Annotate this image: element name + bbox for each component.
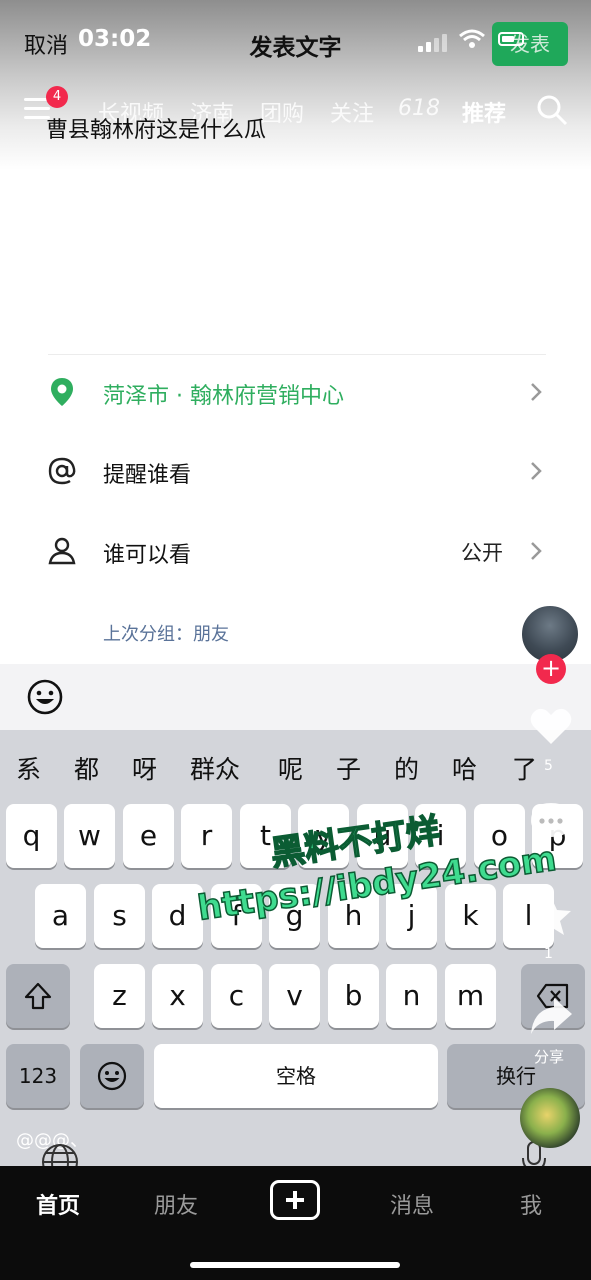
notification-badge: 4 <box>46 86 68 108</box>
key-y[interactable]: y <box>298 804 349 868</box>
visibility-value: 公开 <box>461 541 503 565</box>
candidate[interactable]: 系 <box>16 750 41 786</box>
battery-icon <box>498 32 524 46</box>
favorite-count: 1 <box>544 946 553 962</box>
key-a[interactable]: a <box>35 884 86 948</box>
at-sign-icon <box>48 457 76 485</box>
nav-item-follow[interactable]: 关注 <box>330 96 374 128</box>
tab-friends[interactable]: 朋友 <box>154 1188 198 1220</box>
emoji-icon[interactable] <box>26 678 64 716</box>
input-toolbar <box>0 664 591 730</box>
post-text-input[interactable]: 曹县翰林府这是什么瓜 <box>46 112 266 144</box>
person-icon <box>48 537 76 565</box>
bottom-tab-bar: 首页 朋友 消息 我 <box>0 1166 591 1280</box>
star-icon[interactable] <box>528 894 574 938</box>
comment-icon[interactable] <box>528 800 574 844</box>
wifi-icon <box>459 29 485 48</box>
key-u[interactable]: u <box>357 804 408 868</box>
candidate[interactable]: 了 <box>512 750 537 786</box>
emoji-key[interactable] <box>80 1044 144 1108</box>
nav-item-groupbuy[interactable]: 团购 <box>260 96 304 128</box>
space-key[interactable]: 空格 <box>154 1044 438 1108</box>
key-z[interactable]: z <box>94 964 145 1028</box>
location-pin-icon <box>51 378 73 406</box>
create-plus-button[interactable] <box>270 1180 320 1220</box>
chevron-right-icon <box>531 542 542 560</box>
key-q[interactable]: q <box>6 804 57 868</box>
remind-label: 提醒谁看 <box>103 463 192 488</box>
key-s[interactable]: s <box>94 884 145 948</box>
music-disc[interactable] <box>520 1088 580 1148</box>
tab-messages[interactable]: 消息 <box>390 1188 434 1220</box>
candidate-bar: 系 都 呀 群众 呢 子 的 哈 了 <box>0 730 591 800</box>
follow-plus-button[interactable]: + <box>536 654 566 684</box>
key-f[interactable]: f <box>211 884 262 948</box>
key-e[interactable]: e <box>123 804 174 868</box>
nav-item-recommend[interactable]: 推荐 <box>462 96 506 128</box>
tab-me[interactable]: 我 <box>520 1188 542 1220</box>
nav-item-618[interactable]: 618 <box>398 96 440 121</box>
key-x[interactable]: x <box>152 964 203 1028</box>
key-g[interactable]: g <box>269 884 320 948</box>
tab-home[interactable]: 首页 <box>36 1188 80 1220</box>
key-h[interactable]: h <box>328 884 379 948</box>
heart-icon[interactable] <box>528 704 574 748</box>
search-icon[interactable] <box>536 94 568 126</box>
candidate[interactable]: 都 <box>74 750 99 786</box>
key-c[interactable]: c <box>211 964 262 1028</box>
chevron-right-icon <box>531 462 542 480</box>
candidate[interactable]: 呀 <box>132 750 157 786</box>
candidate[interactable]: 呢 <box>278 750 303 786</box>
home-indicator <box>190 1262 400 1268</box>
key-w[interactable]: w <box>64 804 115 868</box>
key-n[interactable]: n <box>386 964 437 1028</box>
keyboard: 系 都 呀 群众 呢 子 的 哈 了 q w e r t y u i o p a… <box>0 730 591 1180</box>
key-v[interactable]: v <box>269 964 320 1028</box>
candidate[interactable]: 的 <box>394 750 419 786</box>
share-arrow-icon[interactable] <box>528 994 574 1038</box>
candidate[interactable]: 群众 <box>190 750 240 786</box>
key-t[interactable]: t <box>240 804 291 868</box>
signal-icon <box>418 34 448 52</box>
like-count: 5 <box>544 758 553 774</box>
visibility-label: 谁可以看 <box>103 543 192 568</box>
last-group-link[interactable]: 上次分组：朋友 <box>103 620 229 646</box>
key-b[interactable]: b <box>328 964 379 1028</box>
candidate[interactable]: 子 <box>336 750 361 786</box>
status-bar: 取消 03:02 发表文字 发表 <box>0 22 591 66</box>
key-k[interactable]: k <box>445 884 496 948</box>
key-j[interactable]: j <box>386 884 437 948</box>
location-label: 菏泽市 · 翰林府营销中心 <box>103 384 344 409</box>
key-i[interactable]: i <box>415 804 466 868</box>
shift-icon <box>24 982 52 1010</box>
key-r[interactable]: r <box>181 804 232 868</box>
shift-key[interactable] <box>6 964 70 1028</box>
remind-row[interactable]: 提醒谁看 <box>0 441 591 501</box>
share-label: 分享 <box>534 1048 565 1066</box>
comment-count: 6 <box>544 852 553 868</box>
chevron-right-icon <box>531 383 542 401</box>
visibility-row[interactable]: 谁可以看 公开 <box>0 521 591 581</box>
emoji-icon <box>97 1061 127 1091</box>
candidate[interactable]: 哈 <box>452 750 477 786</box>
key-d[interactable]: d <box>152 884 203 948</box>
numbers-key[interactable]: 123 <box>6 1044 70 1108</box>
divider <box>48 354 546 355</box>
key-m[interactable]: m <box>445 964 496 1028</box>
location-row[interactable]: 菏泽市 · 翰林府营销中心 <box>0 362 591 422</box>
key-o[interactable]: o <box>474 804 525 868</box>
